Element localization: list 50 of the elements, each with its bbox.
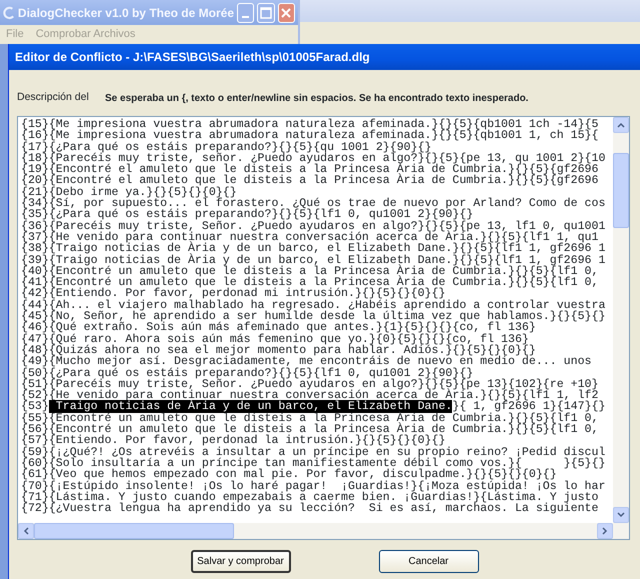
text-line: {16}{Me impresiona vuestra abrumadora naturaleza afeminada.}{}{5}{qb1001 1, ch 15}{ <box>21 130 598 142</box>
text-line: {18}{Parecéis muy triste, señor. ¿Puedo ayudaros en algo?}{}{5}{pe 13, qu 1001 2}{10 <box>21 152 606 164</box>
text-line: {36}{Parecéis muy triste, Señor. ¿Puedo ayudaros en algo?}{}{5}{pe 13, lf1 0, qu1001 <box>21 220 606 232</box>
text-line: {15}{Me impresiona vuestra abrumadora naturaleza afeminada.}{}{5}{qb1001 1ch -14}{5 <box>21 119 598 130</box>
scrollbar-thumb[interactable] <box>34 523 234 539</box>
text-line: {48}{Quizás ahora no sea el mejor momento para hablar. Adiós.}{}{5}{}{0}{} <box>21 344 536 356</box>
text-line: {52}{He venido para continuar nuestra conversación acerca de Ària.}{}{5}{lf1 1, lf2 <box>21 390 598 402</box>
close-button[interactable] <box>278 2 295 22</box>
scrollbar-corner <box>613 523 629 539</box>
text-line: {56}{Encontré un amuleto que le disteis a la Princesa Ària de Cumbria.}{}{5}{lf1 0, <box>21 424 598 436</box>
scrollbar-thumb[interactable] <box>613 153 629 228</box>
text-line: {47}{Qué raro. Ahora sois aún más femenino que yo.}{0}{5}{}{}{co, fl 136} <box>21 334 529 345</box>
text-line: {70}{¡Estúpido insolente! ¡Os lo haré pagar! ¡Guardias!}{¡Moza estúpida! ¡Os lo har <box>21 480 606 492</box>
description-label: Descripción del <box>17 90 90 106</box>
text-line: {20}{Encontré el amuleto que le disteis a la Princesa Ària de Cumbria.}{}{5}{gf2696 <box>21 175 598 187</box>
text-line: {35}{¿Para qué os estáis preparando?}{}{5}{lf1 0, qu1001 2}{90}{} <box>21 209 474 221</box>
text-line: {50}{¿Para qué os estáis preparando?}{}{5}{lf1 0, qu1001 2}{90}{} <box>21 368 474 379</box>
maximize-icon <box>260 6 272 18</box>
text-line: {51}{Parecéis muy triste, Señor. ¿Puedo ayudaros en algo?}{}{5}{pe 13}{102}{re +10} <box>21 378 598 390</box>
text-line: {17}{¿Para qué os estáis preparando?}{}{5}{qu 1001 2}{90}{} <box>21 142 432 153</box>
save-button[interactable]: Salvar y comprobar <box>190 550 290 573</box>
scroll-down-button[interactable] <box>613 507 629 523</box>
cancel-button[interactable]: Cancelar <box>378 550 478 573</box>
text-line: {61}{Veo que hemos empezado con mal pie. Por favor, disculpadme.}{}{5}{}{0}{} <box>21 469 557 480</box>
window-title: DialogChecker v1.0 by Theo de Morée <box>18 4 234 22</box>
dialog-title: Editor de Conflicto - J:\FASES\BG\Saerileth\sp\01005Farad.dlg <box>9 44 640 70</box>
text-line: {72}{¿Vuestra lengua ha aprendido ya su lección? Si es así, marchaos. La siguiente <box>21 503 598 514</box>
text-line: {34}{Sí, por supuesto... el forastero. ¿Qué os trae de nuevo por Arland? Como de cos <box>21 198 606 210</box>
text-line: {42}{Entiendo. Por favor, perdonad mi intrusión.}{}{5}{}{0}{} <box>21 288 446 300</box>
text-line: {60}{Solo insultaría a un príncipe tan manifiestamente débil como vos.}{ }{5}{} <box>21 458 606 470</box>
text-editor[interactable] <box>17 116 630 540</box>
text-line: {44}{Ah... el viajero malhablado ha regresado. ¿Habéis aprendido a controlar vuestra <box>21 300 606 312</box>
text-line: {41}{Encontré un amuleto que le disteis a la Princesa Ària de Cumbria.}{}{5}{lf1 0, <box>21 277 598 288</box>
text-line: {59}{¡¿Qué?! ¿Os atrevéis a insultar a un príncipe en su propio reino? ¡Pedid discul <box>21 446 606 458</box>
scroll-right-button[interactable] <box>597 523 613 539</box>
app-icon <box>3 6 15 20</box>
scroll-left-button[interactable] <box>18 523 34 539</box>
minimize-icon <box>242 16 250 18</box>
text-line: {38}{Traigo noticias de Ària y de un barco, el Elizabeth Dane.}{}{5}{lf1 1, gf2696 1 <box>21 243 606 255</box>
selected-text: Traigo noticias de Ària y de un barco, el Elizabeth Dane. <box>48 400 452 414</box>
text-line: {21}{Debo irme ya.}{}{5}{}{0}{} <box>21 186 237 198</box>
text-line: {53} Traigo noticias de Ària y de un barco, el Elizabeth Dane.}{ 1, gf2696 1}{147}{} <box>21 401 606 413</box>
text-line: {57}{Entiendo. Por favor, perdonad la intrusión.}{}{5}{}{0}{} <box>21 435 446 447</box>
text-line: {71}{Lástima. Y justo cuando empezabais a caerme bien. ¡Guardias!}{Lástima. Y justo <box>21 492 598 504</box>
text-line: {49}{Mucho mejor así. Desgraciadamente, me encontráis de nuevo en medio de... unos <box>21 356 592 368</box>
close-icon <box>280 6 292 18</box>
text-line: {46}{Qué extraño. Sois aún más afeminado que antes.}{1}{5}{}{}{co, fl 136} <box>21 322 536 334</box>
text-line: {45}{No, Señor, he aprendido a ser humilde desde la última vez que hablamos.}{}{5}{} <box>21 311 606 322</box>
scroll-up-button[interactable] <box>613 117 629 133</box>
error-message: Se esperaba un {, texto o enter/newline sin espacios. Se ha encontrado texto inesperado. <box>105 92 528 106</box>
